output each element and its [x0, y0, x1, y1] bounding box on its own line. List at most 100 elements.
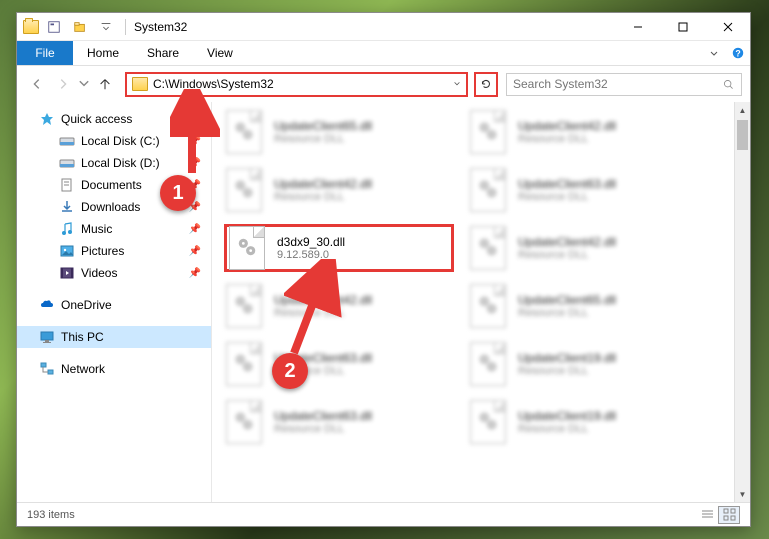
dll-file-icon	[226, 168, 266, 212]
music-icon	[59, 221, 75, 237]
sidebar-onedrive[interactable]: OneDrive	[17, 294, 211, 316]
scroll-down-button[interactable]: ▼	[735, 486, 750, 502]
file-item[interactable]: UpdateClient65.dllResource DLL	[468, 282, 698, 330]
file-item[interactable]: UpdateClient42.dllResource DLL	[468, 224, 698, 272]
network-icon	[39, 361, 55, 377]
file-subtitle: Resource DLL	[274, 191, 372, 203]
sidebar-label: Pictures	[81, 244, 124, 258]
file-name: UpdateClient19.dll	[518, 409, 616, 423]
file-subtitle: Resource DLL	[518, 249, 616, 261]
sidebar-thispc[interactable]: This PC	[17, 326, 211, 348]
qat-properties-button[interactable]	[43, 16, 65, 38]
titlebar: System32	[17, 13, 750, 41]
sidebar-item-documents[interactable]: Documents 📌	[17, 174, 211, 196]
sidebar-quick-access[interactable]: Quick access	[17, 108, 211, 130]
sidebar-label: Local Disk (C:)	[81, 134, 160, 148]
dll-file-icon	[470, 400, 510, 444]
dll-file-icon	[470, 110, 510, 154]
dll-file-icon	[226, 400, 266, 444]
file-item[interactable]: UpdateClient42.dllResource DLL	[468, 108, 698, 156]
address-dropdown-icon[interactable]	[448, 80, 466, 88]
pin-icon: 📌	[189, 136, 201, 147]
dll-file-icon	[470, 168, 510, 212]
navbar: C:\Windows\System32	[17, 66, 750, 102]
file-name: UpdateClient19.dll	[518, 351, 616, 365]
address-bar[interactable]: C:\Windows\System32	[125, 72, 468, 97]
file-tab[interactable]: File	[17, 41, 73, 65]
file-subtitle: Resource DLL	[518, 191, 616, 203]
file-item[interactable]: UpdateClient63.dllResource DLL	[468, 166, 698, 214]
tab-share[interactable]: Share	[133, 41, 193, 65]
folder-icon	[132, 77, 148, 91]
window-controls	[615, 13, 750, 41]
view-icons-button[interactable]	[718, 506, 740, 524]
back-button[interactable]	[25, 72, 49, 96]
file-item[interactable]: d3dx9_30.dll9.12.589.0	[224, 224, 454, 272]
close-button[interactable]	[705, 13, 750, 41]
sidebar-item-pictures[interactable]: Pictures 📌	[17, 240, 211, 262]
sidebar-label: Network	[61, 362, 105, 376]
svg-text:?: ?	[735, 49, 740, 59]
sidebar-item-music[interactable]: Music 📌	[17, 218, 211, 240]
pictures-icon	[59, 243, 75, 259]
minimize-button[interactable]	[615, 13, 660, 41]
sidebar-item-videos[interactable]: Videos 📌	[17, 262, 211, 284]
file-item[interactable]: UpdateClient19.dllResource DLL	[468, 398, 698, 446]
ribbon-expand-button[interactable]	[702, 41, 726, 65]
quick-access-icon	[39, 111, 55, 127]
tab-view[interactable]: View	[193, 41, 247, 65]
scroll-up-button[interactable]: ▲	[735, 102, 750, 118]
sidebar-label: OneDrive	[61, 298, 112, 312]
dll-file-icon	[229, 226, 269, 270]
thispc-icon	[39, 329, 55, 345]
onedrive-icon	[39, 297, 55, 313]
file-name: UpdateClient63.dll	[518, 177, 616, 191]
forward-button[interactable]	[51, 72, 75, 96]
scroll-thumb[interactable]	[737, 120, 748, 150]
file-subtitle: Resource DLL	[518, 133, 616, 145]
file-item[interactable]: UpdateClient42.dllResource DLL	[224, 282, 454, 330]
window-title: System32	[130, 20, 615, 34]
sidebar-label: Downloads	[81, 200, 140, 214]
qat-newfolder-button[interactable]	[69, 16, 91, 38]
recent-button[interactable]	[77, 72, 91, 96]
sidebar-label: Music	[81, 222, 112, 236]
explorer-window: System32 File Home Share View ? C:\Windo…	[16, 12, 751, 527]
ribbon: File Home Share View ?	[17, 41, 750, 66]
sidebar-label: Quick access	[61, 112, 132, 126]
item-count: 193 items	[27, 509, 75, 521]
pin-icon: 📌	[189, 224, 201, 235]
tab-home[interactable]: Home	[73, 41, 133, 65]
file-item[interactable]: UpdateClient63.dllResource DLL	[224, 398, 454, 446]
videos-icon	[59, 265, 75, 281]
file-pane[interactable]: UpdateClient65.dllResource DLL UpdateClie…	[212, 102, 750, 502]
sidebar-network[interactable]: Network	[17, 358, 211, 380]
sidebar-label: Documents	[81, 178, 142, 192]
body: Quick access Local Disk (C:) 📌 Local Dis…	[17, 102, 750, 502]
sidebar-item-disk-c[interactable]: Local Disk (C:) 📌	[17, 130, 211, 152]
search-box[interactable]	[506, 73, 742, 96]
search-input[interactable]	[513, 77, 722, 91]
file-subtitle: Resource DLL	[518, 307, 616, 319]
qat-dropdown-button[interactable]	[95, 16, 117, 38]
address-path: C:\Windows\System32	[153, 77, 448, 91]
pin-icon: 📌	[189, 246, 201, 257]
sidebar-item-disk-d[interactable]: Local Disk (D:) 📌	[17, 152, 211, 174]
dll-file-icon	[226, 284, 266, 328]
maximize-button[interactable]	[660, 13, 705, 41]
help-button[interactable]: ?	[726, 41, 750, 65]
sidebar-label: Local Disk (D:)	[81, 156, 160, 170]
sidebar-item-downloads[interactable]: Downloads 📌	[17, 196, 211, 218]
scrollbar[interactable]: ▲ ▼	[734, 102, 750, 502]
pin-icon: 📌	[189, 180, 201, 191]
file-item[interactable]: UpdateClient63.dllResource DLL	[224, 340, 454, 388]
file-item[interactable]: UpdateClient19.dllResource DLL	[468, 340, 698, 388]
pin-icon: 📌	[189, 158, 201, 169]
refresh-button[interactable]	[474, 72, 498, 97]
sidebar-label: This PC	[61, 330, 104, 344]
file-item[interactable]: UpdateClient42.dllResource DLL	[224, 166, 454, 214]
view-details-button[interactable]	[696, 506, 718, 524]
up-button[interactable]	[93, 72, 117, 96]
file-name: d3dx9_30.dll	[277, 235, 345, 249]
file-item[interactable]: UpdateClient65.dllResource DLL	[224, 108, 454, 156]
